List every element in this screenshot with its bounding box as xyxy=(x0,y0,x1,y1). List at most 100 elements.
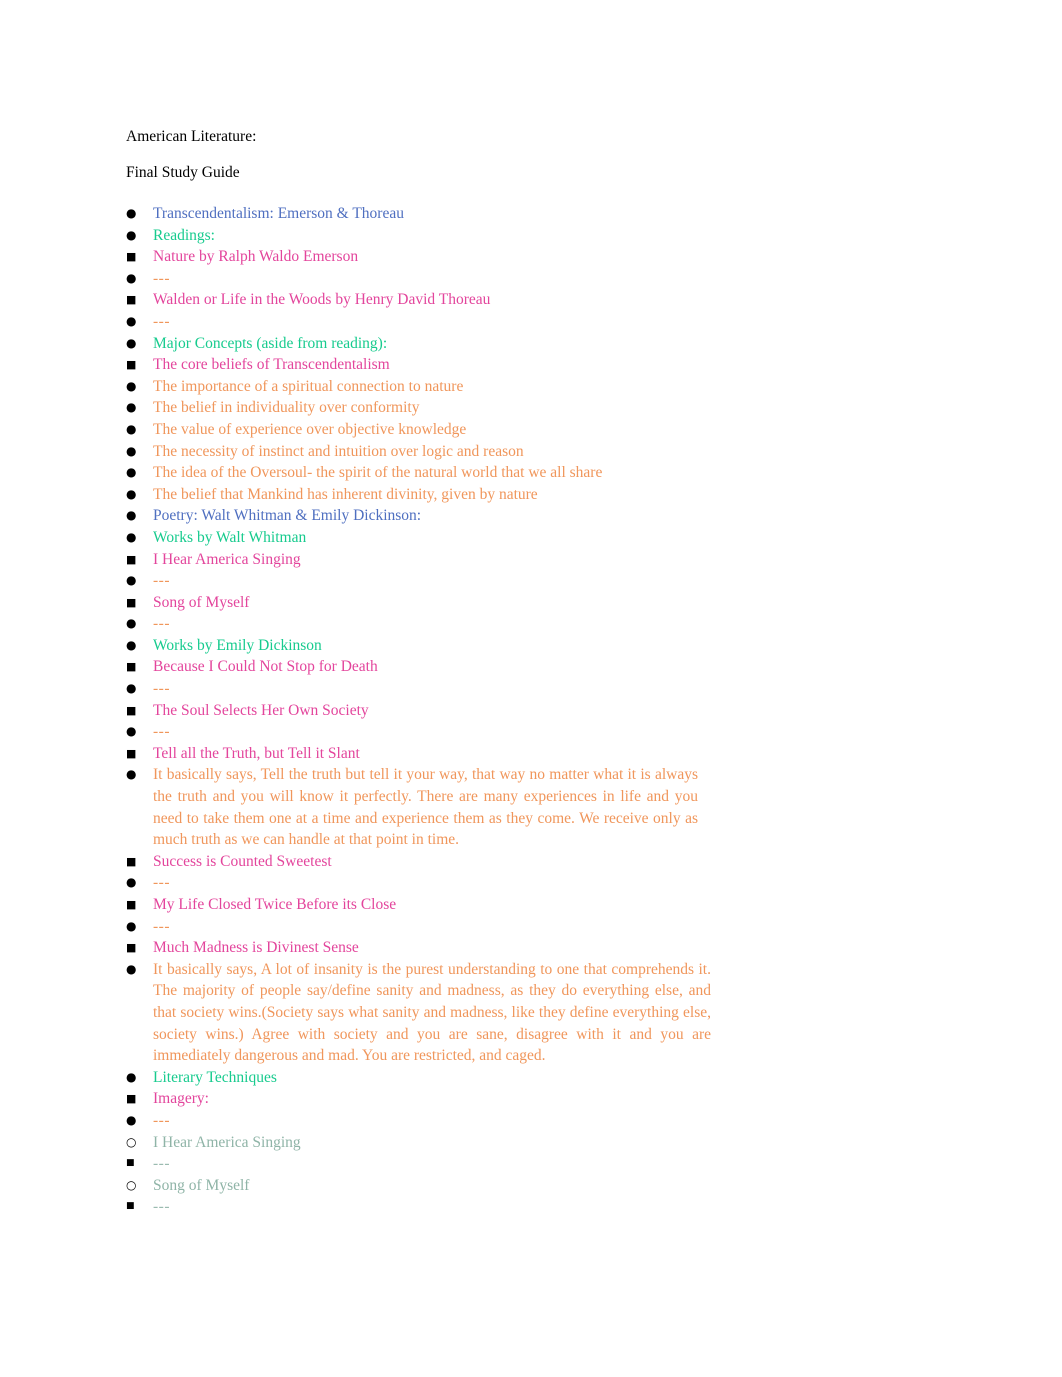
outline-row: ■ My Life Closed Twice Before its Close xyxy=(126,894,918,916)
disc-bullet-icon: ● xyxy=(126,1112,137,1127)
outline-row: ● The value of experience over objective… xyxy=(126,419,918,441)
note-placeholder: --- xyxy=(153,680,170,698)
outline-label: Success is Counted Sweetest xyxy=(153,852,332,870)
outline-label: Poetry: Walt Whitman & Emily Dickinson: xyxy=(153,507,422,525)
outline-label: The necessity of instinct and intuition … xyxy=(153,442,524,460)
outline-label: The importance of a spiritual connection… xyxy=(153,377,464,395)
outline-item-note[interactable]: ● It basically says, A lot of insanity i… xyxy=(126,959,918,1067)
outline-item-core-belief[interactable]: ● The value of experience over objective… xyxy=(126,419,918,441)
outline-item-note[interactable]: ● --- xyxy=(126,916,918,938)
outline-item-core-belief[interactable]: ● The idea of the Oversoul- the spirit o… xyxy=(126,462,918,484)
outline-label: Transcendentalism: Emerson & Thoreau xyxy=(153,205,404,222)
outline-label: Works by Emily Dickinson xyxy=(153,636,322,654)
note-placeholder: --- xyxy=(153,917,170,935)
outline-label: The belief that Mankind has inherent div… xyxy=(153,485,538,503)
outline-row: ● --- xyxy=(126,311,918,333)
outline-row: ■ Walden or Life in the Woods by Henry D… xyxy=(126,289,918,311)
square-bullet-icon: ■ xyxy=(126,660,137,674)
outline-item-poem[interactable]: ■ Tell all the Truth, but Tell it Slant … xyxy=(126,743,918,851)
outline-item-poem[interactable]: ■ I Hear America Singing ● --- xyxy=(126,549,918,592)
outline-item-reading-nature[interactable]: ■ Nature by Ralph Waldo Emerson ● --- xyxy=(126,246,918,289)
small-square-bullet-icon: ■ xyxy=(126,1158,135,1169)
outline-children: ● The importance of a spiritual connecti… xyxy=(126,376,918,506)
outline-item-poem[interactable]: ■ Because I Could Not Stop for Death ● -… xyxy=(126,656,918,699)
outline-children: ● --- xyxy=(126,268,918,290)
note-paragraph: It basically says, A lot of insanity is … xyxy=(153,960,711,1065)
outline-row: ● --- xyxy=(126,678,918,700)
disc-bullet-icon: ● xyxy=(126,270,137,285)
outline-row: ● Transcendentalism: Emerson & Thoreau xyxy=(126,203,918,225)
document-subtitle-line: Final Study Guide xyxy=(126,163,240,181)
square-bullet-icon: ■ xyxy=(126,1092,137,1106)
outline-item-poem[interactable]: ■ My Life Closed Twice Before its Close … xyxy=(126,894,918,937)
outline-item-note[interactable]: ● --- xyxy=(126,721,918,743)
outline-item-note[interactable]: ● --- xyxy=(126,613,918,635)
outline-item-note[interactable]: ● --- ○ I Hear America Singing ■ --- ○ S… xyxy=(126,1110,918,1218)
outline-children: ■ Nature by Ralph Waldo Emerson ● --- ■ … xyxy=(126,246,918,332)
outline-item-note[interactable]: ● It basically says, Tell the truth but … xyxy=(126,764,918,850)
outline-item-whitman[interactable]: ● Works by Walt Whitman ■ I Hear America… xyxy=(126,527,918,635)
outline-item-imagery-work[interactable]: ○ I Hear America Singing ■ --- xyxy=(126,1132,918,1175)
disc-bullet-icon: ● xyxy=(126,508,137,523)
outline-item-literary-techniques[interactable]: ● Literary Techniques ■ Imagery: ● --- ○… xyxy=(126,1067,918,1218)
outline-children: ■ The core beliefs of Transcendentalism … xyxy=(126,354,918,505)
outline-row: ○ Song of Myself xyxy=(126,1175,918,1197)
outline-item-reading-walden[interactable]: ■ Walden or Life in the Woods by Henry D… xyxy=(126,289,918,332)
outline-children: ■ --- xyxy=(126,1196,918,1218)
outline-item-note[interactable]: ■ --- xyxy=(126,1196,918,1218)
outline-label: Much Madness is Divinest Sense xyxy=(153,939,359,957)
disc-bullet-icon: ● xyxy=(126,465,137,480)
outline-row: ● The necessity of instinct and intuitio… xyxy=(126,441,918,463)
disc-bullet-icon: ● xyxy=(126,378,137,393)
outline-label: Readings: xyxy=(153,226,215,244)
disc-bullet-icon: ● xyxy=(126,961,137,976)
outline-item-core-beliefs[interactable]: ■ The core beliefs of Transcendentalism … xyxy=(126,354,918,505)
outline-item-imagery[interactable]: ■ Imagery: ● --- ○ I Hear America Singin… xyxy=(126,1088,918,1218)
square-bullet-icon: ■ xyxy=(126,595,137,609)
outline-label: Tell all the Truth, but Tell it Slant xyxy=(153,744,360,762)
outline-row: ● It basically says, A lot of insanity i… xyxy=(126,959,918,1067)
outline-row: ● Literary Techniques xyxy=(126,1067,918,1089)
square-bullet-icon: ■ xyxy=(126,941,137,955)
outline-label: Because I Could Not Stop for Death xyxy=(153,658,378,676)
outline-item-core-belief[interactable]: ● The importance of a spiritual connecti… xyxy=(126,376,918,398)
note-placeholder: --- xyxy=(153,723,170,741)
disc-bullet-icon: ● xyxy=(126,313,137,328)
disc-bullet-icon: ● xyxy=(126,573,137,588)
outline-item-core-belief[interactable]: ● The belief in individuality over confo… xyxy=(126,397,918,419)
outline-item-poem[interactable]: ■ Much Madness is Divinest Sense ● It ba… xyxy=(126,937,918,1067)
outline-label: Song of Myself xyxy=(153,593,250,611)
outline-label: I Hear America Singing xyxy=(153,550,301,568)
outline-row: ● --- xyxy=(126,721,918,743)
outline-children: ● --- xyxy=(126,872,918,894)
outline-item-poem[interactable]: ■ The Soul Selects Her Own Society ● --- xyxy=(126,700,918,743)
outline-row: ■ Because I Could Not Stop for Death xyxy=(126,656,918,678)
outline-item-note[interactable]: ● --- xyxy=(126,570,918,592)
outline-label: The core beliefs of Transcendentalism xyxy=(153,356,390,374)
outline-item-poem[interactable]: ■ Success is Counted Sweetest ● --- xyxy=(126,851,918,894)
outline-children: ● --- xyxy=(126,570,918,592)
disc-bullet-icon: ● xyxy=(126,681,137,696)
note-placeholder: --- xyxy=(153,1111,170,1129)
outline-item-note[interactable]: ● --- xyxy=(126,678,918,700)
outline-item-core-belief[interactable]: ● The necessity of instinct and intuitio… xyxy=(126,441,918,463)
disc-bullet-icon: ● xyxy=(126,529,137,544)
outline-row: ● The belief in individuality over confo… xyxy=(126,397,918,419)
outline-item-dickinson[interactable]: ● Works by Emily Dickinson ■ Because I C… xyxy=(126,635,918,1067)
outline-item-core-belief[interactable]: ● The belief that Mankind has inherent d… xyxy=(126,484,918,506)
outline-item-note[interactable]: ● --- xyxy=(126,311,918,333)
outline-item-readings[interactable]: ● Readings: ■ Nature by Ralph Waldo Emer… xyxy=(126,225,918,333)
outline-row: ● Readings: xyxy=(126,225,918,247)
outline-label: My Life Closed Twice Before its Close xyxy=(153,896,397,913)
outline-item-poetry[interactable]: ● Poetry: Walt Whitman & Emily Dickinson… xyxy=(126,505,918,1218)
outline-row: ● Major Concepts (aside from reading): xyxy=(126,333,918,355)
outline-item-note[interactable]: ■ --- xyxy=(126,1153,918,1175)
outline-item-note[interactable]: ● --- xyxy=(126,872,918,894)
outline-item-transcendentalism[interactable]: ● Transcendentalism: Emerson & Thoreau ●… xyxy=(126,203,918,505)
outline-item-imagery-work[interactable]: ○ Song of Myself ■ --- xyxy=(126,1175,918,1218)
outline-item-note[interactable]: ● --- xyxy=(126,268,918,290)
outline-row: ■ --- xyxy=(126,1153,918,1175)
outline-children: ● Works by Walt Whitman ■ I Hear America… xyxy=(126,527,918,1218)
outline-item-major-concepts[interactable]: ● Major Concepts (aside from reading): ■… xyxy=(126,333,918,506)
outline-item-poem[interactable]: ■ Song of Myself ● --- xyxy=(126,592,918,635)
